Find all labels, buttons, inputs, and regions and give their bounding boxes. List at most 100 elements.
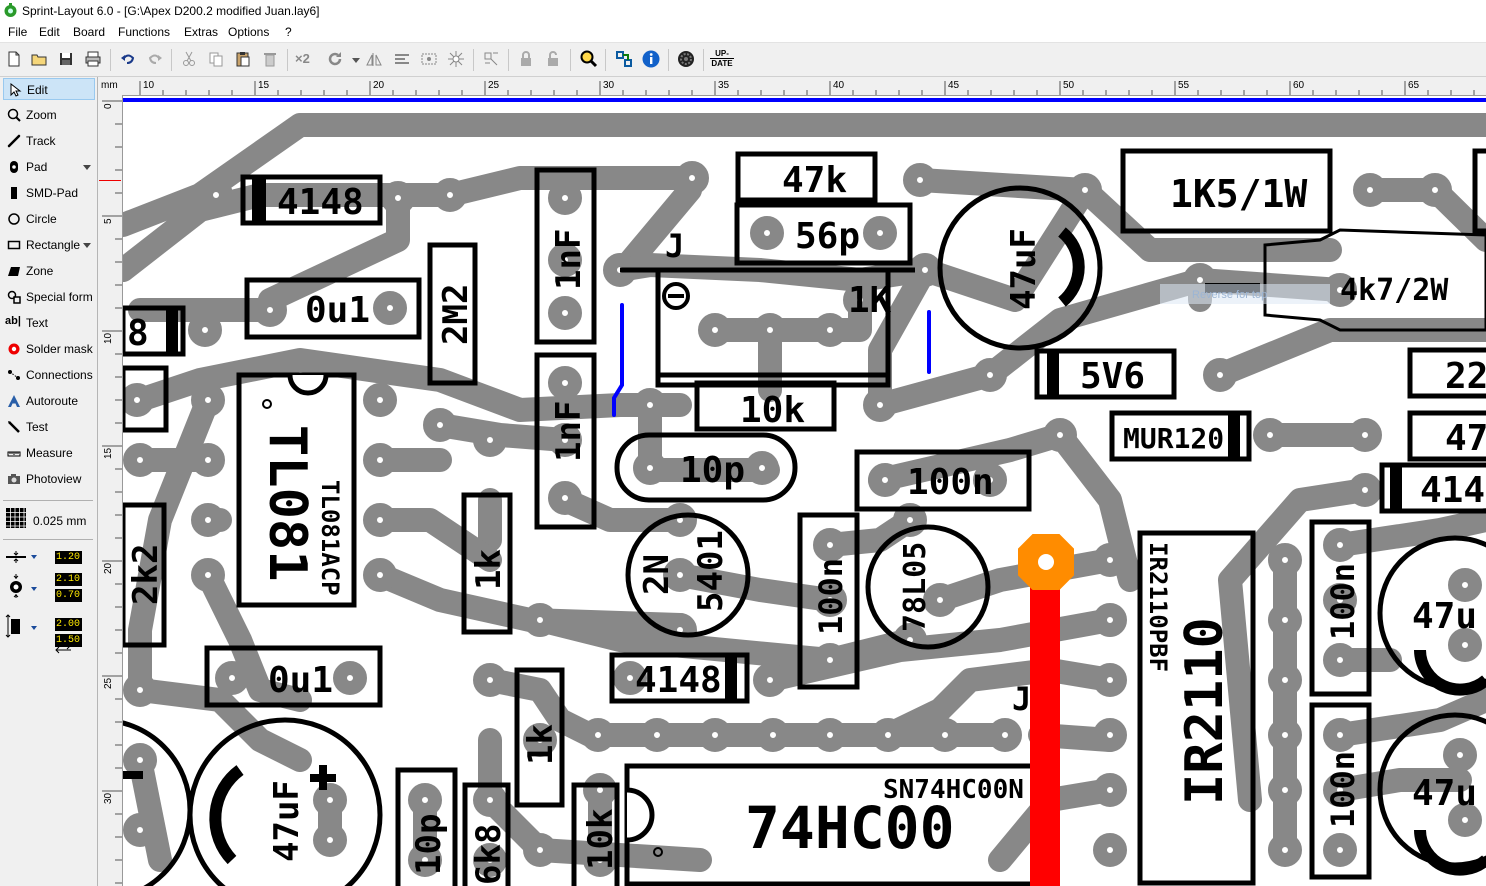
gear-icon[interactable] xyxy=(676,49,696,69)
ruler-label: 45 xyxy=(948,80,960,91)
pad xyxy=(988,718,1022,752)
active-track[interactable] xyxy=(1030,570,1060,886)
properties-icon[interactable] xyxy=(481,49,501,69)
ruler-label: 25 xyxy=(488,80,500,91)
pad xyxy=(1323,528,1357,562)
label-c10p: 10p xyxy=(409,814,449,875)
tool-solder-mask[interactable]: Solder mask xyxy=(3,338,95,360)
pad-outer-field[interactable]: 2.10 xyxy=(55,573,82,586)
align-icon[interactable] xyxy=(392,49,412,69)
tool-zoom[interactable]: Zoom xyxy=(3,104,95,126)
pad xyxy=(1268,663,1302,697)
tool-zone[interactable]: Zone xyxy=(3,260,95,282)
pcb-layout[interactable]: Reverse for top 4148 47k 56p 1K5/1W J 1K… xyxy=(123,96,1486,886)
swap-icon[interactable] xyxy=(53,642,73,654)
track-icon xyxy=(7,134,21,148)
tool-special-form[interactable]: Special form xyxy=(3,286,95,308)
pad-inner-field[interactable]: 0.70 xyxy=(55,589,82,602)
new-file-icon[interactable] xyxy=(4,49,24,69)
menu-functions[interactable]: Functions xyxy=(118,25,170,39)
pad xyxy=(1418,173,1452,207)
tool-test[interactable]: Test xyxy=(3,416,95,438)
toolbar: ×2 UP- DATE xyxy=(0,43,1486,77)
pad xyxy=(813,718,847,752)
pad xyxy=(698,718,732,752)
tool-label: Special form xyxy=(26,290,93,304)
pad xyxy=(1253,418,1287,452)
tool-label: Circle xyxy=(26,212,57,226)
redo-icon[interactable] xyxy=(145,49,165,69)
grid-icon[interactable] xyxy=(5,507,27,529)
ruler-label: 10 xyxy=(143,80,155,91)
tool-label: Edit xyxy=(27,83,48,97)
title-bar: Sprint-Layout 6.0 - [G:\Apex D200.2 modi… xyxy=(0,0,1486,22)
track-width-field[interactable]: 1.20 xyxy=(55,551,82,564)
save-icon[interactable] xyxy=(56,49,76,69)
undo-icon[interactable] xyxy=(118,49,138,69)
ungroup-icon[interactable] xyxy=(446,49,466,69)
ruler-label: 65 xyxy=(1408,80,1420,91)
pcb-canvas[interactable]: Reverse for top 4148 47k 56p 1K5/1W J 1K… xyxy=(123,96,1486,886)
pad xyxy=(363,383,397,417)
tool-rectangle[interactable]: Rectangle xyxy=(3,234,95,256)
label-c10p: 10p xyxy=(680,450,745,491)
pad xyxy=(581,718,615,752)
menu-bar: File Edit Board Functions Extras Options… xyxy=(0,22,1486,43)
info-icon[interactable] xyxy=(641,49,661,69)
pad xyxy=(473,423,507,457)
search-icon[interactable] xyxy=(579,49,599,69)
tool-edit[interactable]: Edit xyxy=(3,78,95,100)
label-ir2110: IR2110 xyxy=(1175,617,1235,805)
rotate-icon[interactable] xyxy=(325,49,345,69)
rotate-dropdown-icon[interactable] xyxy=(346,49,360,69)
paste-icon[interactable] xyxy=(233,49,253,69)
pad xyxy=(123,443,157,477)
tool-smd-pad[interactable]: SMD-Pad xyxy=(3,182,95,204)
tool-photoview[interactable]: Photoview xyxy=(3,468,95,490)
track-width-dropdown-icon[interactable] xyxy=(31,555,37,559)
delete-icon[interactable] xyxy=(260,49,280,69)
tool-text[interactable]: ab| Text xyxy=(3,312,95,334)
menu-edit[interactable]: Edit xyxy=(39,25,60,39)
pad xyxy=(745,451,779,485)
connection-icon[interactable] xyxy=(614,49,634,69)
tool-label: Track xyxy=(26,134,56,148)
menu-help[interactable]: ? xyxy=(285,25,292,39)
grid-value[interactable]: 0.025 mm xyxy=(33,514,86,528)
pad xyxy=(633,388,667,422)
pad xyxy=(548,296,582,330)
smd-width-field[interactable]: 2.00 xyxy=(55,618,82,631)
pad xyxy=(191,443,225,477)
mirror-icon[interactable] xyxy=(364,49,384,69)
ruler-label: 0 xyxy=(103,103,114,109)
copy-icon[interactable] xyxy=(206,49,226,69)
tool-autoroute[interactable]: Autoroute xyxy=(3,390,95,412)
menu-file[interactable]: File xyxy=(8,25,27,39)
tool-circle[interactable]: Circle xyxy=(3,208,95,230)
multiply-icon[interactable]: ×2 xyxy=(295,49,315,69)
menu-options[interactable]: Options xyxy=(228,25,269,39)
update-icon[interactable]: UP- DATE xyxy=(710,49,734,69)
group-icon[interactable] xyxy=(419,49,439,69)
tool-track[interactable]: Track xyxy=(3,130,95,152)
lock-icon[interactable] xyxy=(516,49,536,69)
menu-board[interactable]: Board xyxy=(73,25,105,39)
tool-connections[interactable]: Connections xyxy=(3,364,95,386)
open-folder-icon[interactable] xyxy=(29,49,49,69)
smd-size-dropdown-icon[interactable] xyxy=(31,626,37,630)
pad-size-dropdown-icon[interactable] xyxy=(31,587,37,591)
pad-dropdown-icon[interactable] xyxy=(83,165,91,170)
special-form-icon xyxy=(7,290,21,304)
menu-extras[interactable]: Extras xyxy=(184,25,218,39)
pad xyxy=(1268,773,1302,807)
cut-icon[interactable] xyxy=(179,49,199,69)
tool-measure[interactable]: Measure xyxy=(3,442,95,464)
label-d5v6: 5V6 xyxy=(1080,356,1145,397)
rectangle-dropdown-icon[interactable] xyxy=(83,243,91,248)
tool-pad[interactable]: Pad xyxy=(3,156,95,178)
pad xyxy=(199,178,233,212)
unlock-icon[interactable] xyxy=(543,49,563,69)
print-icon[interactable] xyxy=(83,49,103,69)
toolbar-separator xyxy=(473,49,474,71)
pad xyxy=(1093,603,1127,637)
